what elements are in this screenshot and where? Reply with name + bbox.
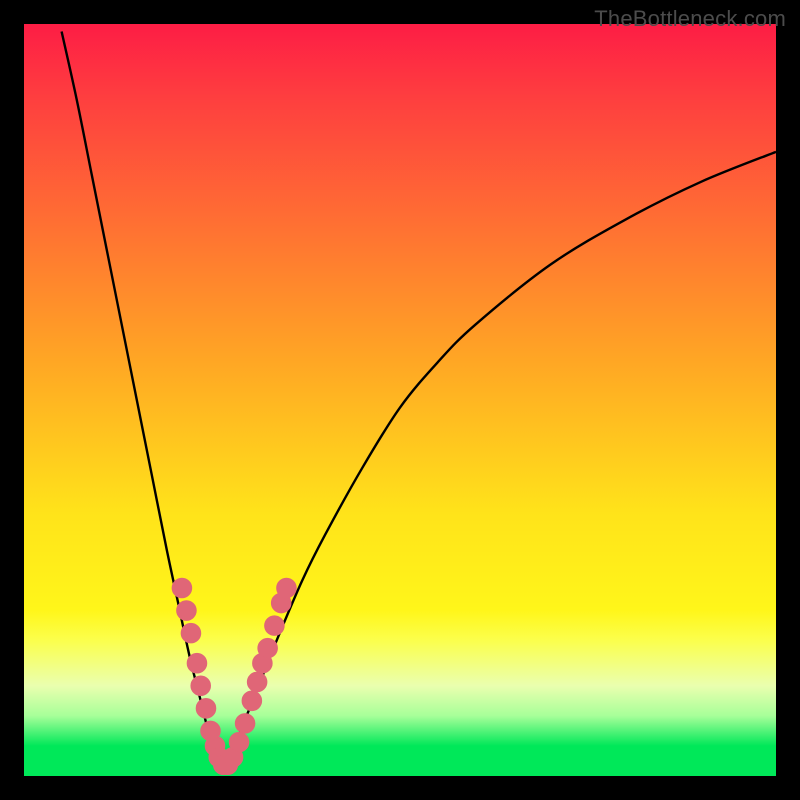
data-dot — [235, 714, 255, 734]
data-dot — [265, 616, 285, 636]
chart-svg — [24, 24, 776, 776]
data-dot — [277, 578, 297, 598]
watermark-text: TheBottleneck.com — [594, 6, 786, 32]
data-dot — [191, 676, 211, 696]
right-curve — [223, 152, 776, 769]
data-dot — [242, 691, 262, 711]
data-dot — [187, 653, 207, 673]
dot-cluster — [172, 578, 296, 774]
data-dot — [177, 601, 197, 621]
data-dot — [172, 578, 192, 598]
plot-area — [24, 24, 776, 776]
data-dot — [196, 699, 216, 719]
data-dot — [229, 732, 249, 752]
data-dot — [247, 672, 267, 692]
data-dot — [181, 623, 201, 643]
data-dot — [258, 638, 278, 658]
